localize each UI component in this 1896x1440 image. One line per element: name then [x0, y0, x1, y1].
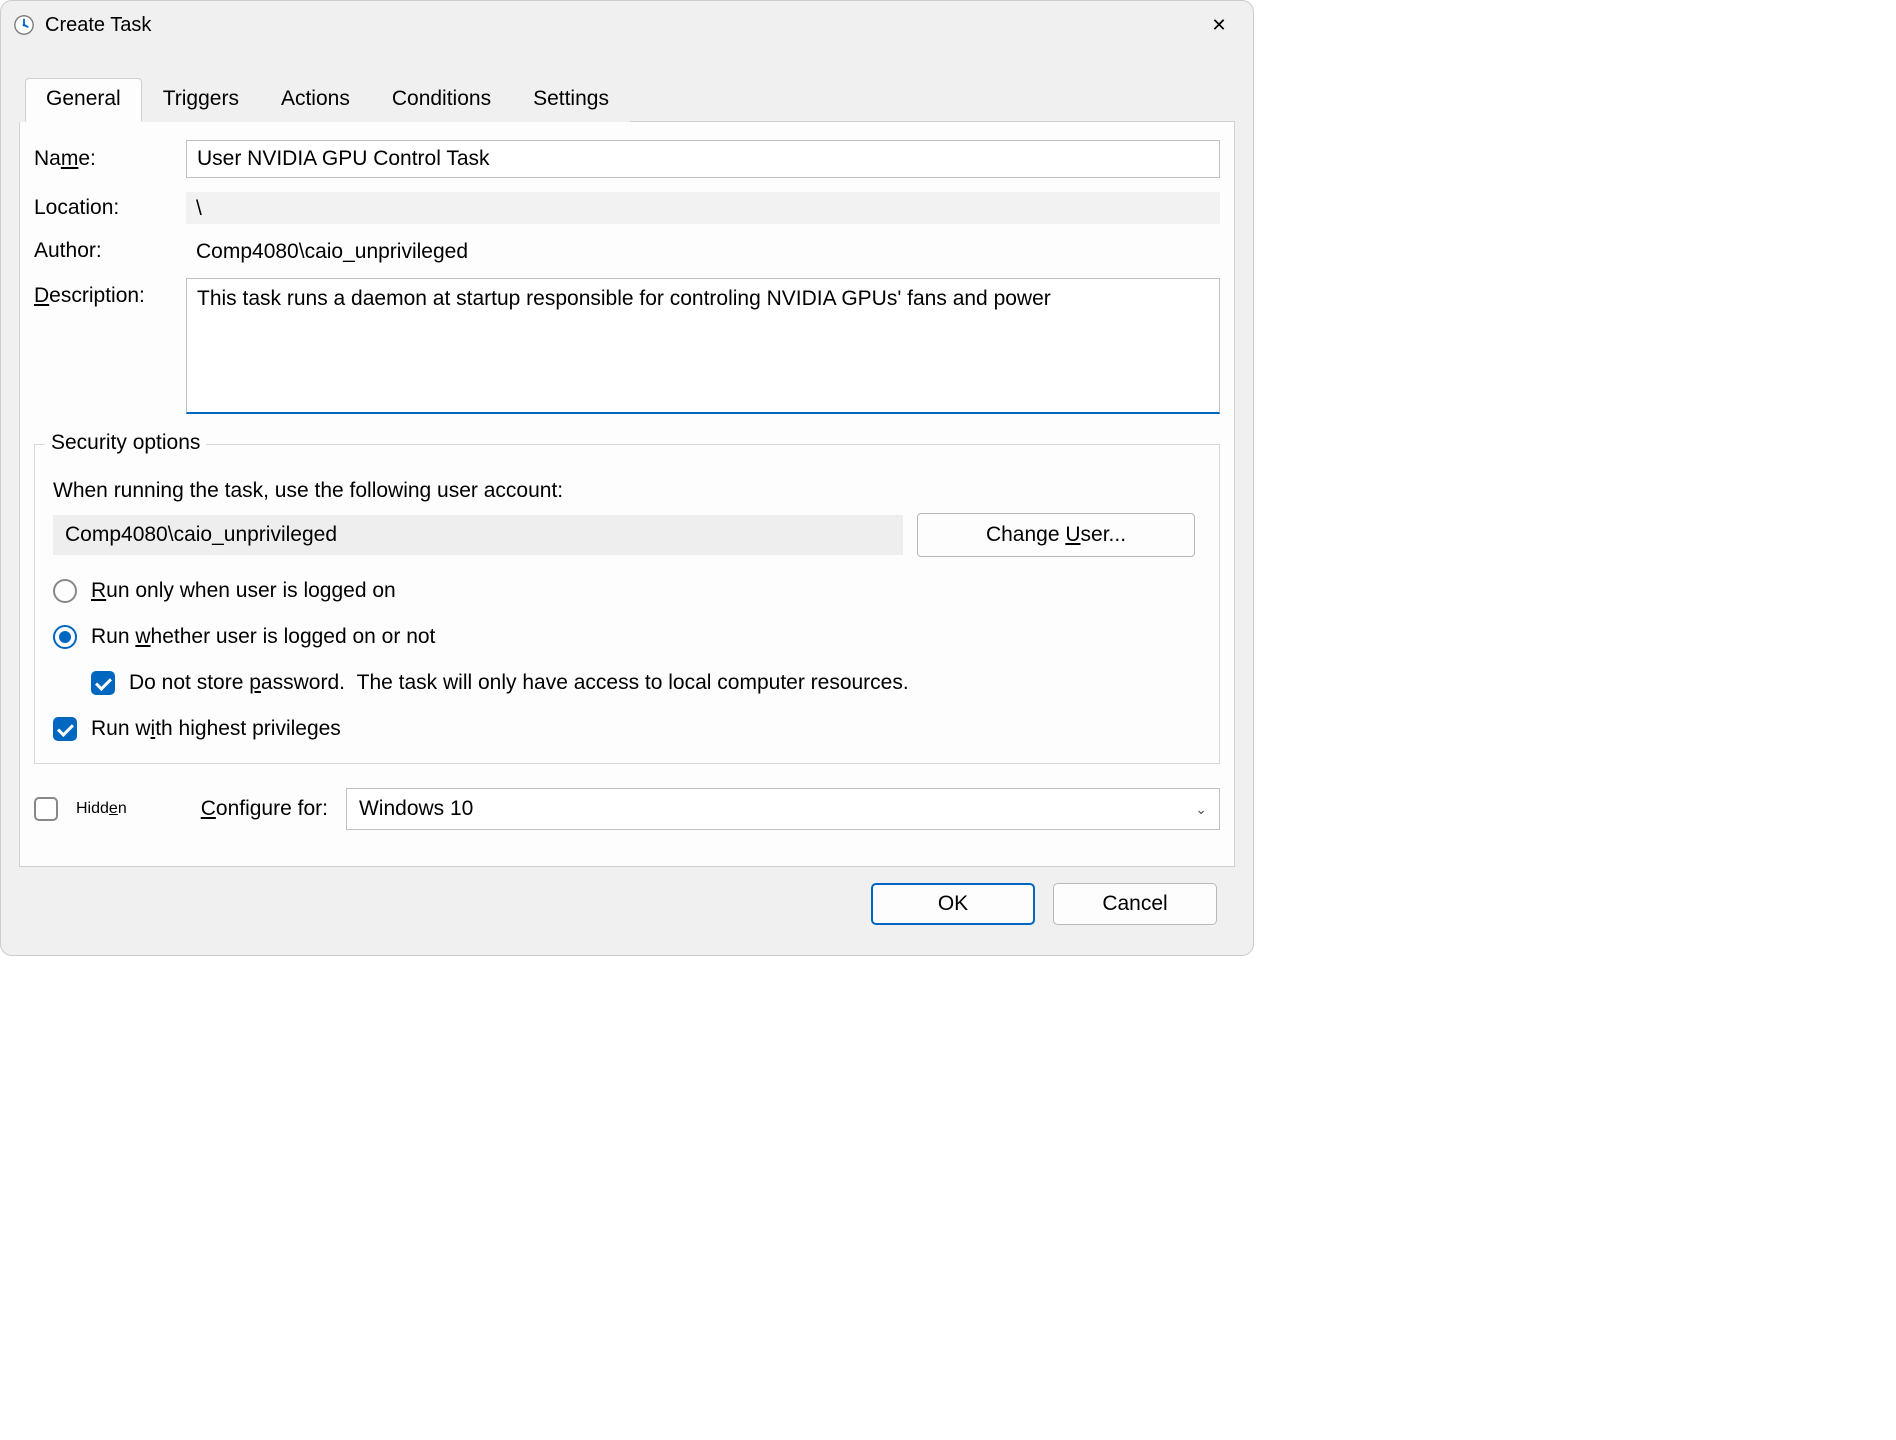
- ok-button[interactable]: OK: [871, 883, 1035, 925]
- tab-general[interactable]: General: [25, 78, 142, 122]
- author-value: Comp4080\caio_unprivileged: [186, 238, 1220, 264]
- security-options-group: Security options When running the task, …: [34, 444, 1220, 764]
- run-logged-on-label: Run only when user is logged on: [91, 579, 396, 603]
- run-whether-label: Run whether user is logged on or not: [91, 625, 435, 649]
- configure-for-value: Windows 10: [359, 797, 473, 821]
- task-scheduler-icon: [13, 14, 35, 36]
- tab-settings[interactable]: Settings: [512, 78, 630, 122]
- no-password-checkbox[interactable]: [91, 671, 115, 695]
- highest-privileges-label: Run with highest privileges: [91, 717, 341, 741]
- titlebar: Create Task ✕: [1, 1, 1253, 49]
- description-input[interactable]: [186, 278, 1220, 414]
- run-whether-radio[interactable]: [53, 625, 77, 649]
- window-title: Create Task: [45, 14, 151, 37]
- dialog-footer: OK Cancel: [19, 867, 1235, 943]
- general-panel: Name: Location: \ Author: Comp4080\caio_…: [19, 122, 1235, 867]
- tab-triggers[interactable]: Triggers: [142, 78, 260, 122]
- security-legend: Security options: [45, 431, 206, 455]
- tab-strip: General Triggers Actions Conditions Sett…: [25, 77, 1235, 122]
- hidden-label: Hidden: [76, 800, 127, 818]
- highest-privileges-checkbox[interactable]: [53, 717, 77, 741]
- location-label: Location:: [34, 196, 186, 220]
- dialog-content: General Triggers Actions Conditions Sett…: [1, 49, 1253, 955]
- create-task-window: Create Task ✕ General Triggers Actions C…: [0, 0, 1254, 956]
- cancel-button[interactable]: Cancel: [1053, 883, 1217, 925]
- chevron-down-icon: ⌄: [1195, 801, 1207, 818]
- name-input[interactable]: [186, 140, 1220, 178]
- run-logged-on-radio[interactable]: [53, 579, 77, 603]
- location-value: \: [186, 192, 1220, 224]
- close-button[interactable]: ✕: [1199, 9, 1239, 41]
- configure-for-select[interactable]: Windows 10 ⌄: [346, 788, 1220, 830]
- name-label: Name:: [34, 147, 186, 171]
- change-user-button[interactable]: Change User...: [917, 513, 1195, 557]
- tab-actions[interactable]: Actions: [260, 78, 371, 122]
- no-password-label: Do not store password. The task will onl…: [129, 671, 909, 695]
- author-label: Author:: [34, 239, 186, 263]
- close-icon: ✕: [1211, 15, 1226, 36]
- configure-for-label: Configure for:: [201, 797, 328, 821]
- description-label: Description:: [34, 278, 186, 308]
- when-running-label: When running the task, use the following…: [53, 479, 1201, 503]
- tab-conditions[interactable]: Conditions: [371, 78, 512, 122]
- user-account-value: Comp4080\caio_unprivileged: [53, 515, 903, 555]
- hidden-checkbox[interactable]: [34, 797, 58, 821]
